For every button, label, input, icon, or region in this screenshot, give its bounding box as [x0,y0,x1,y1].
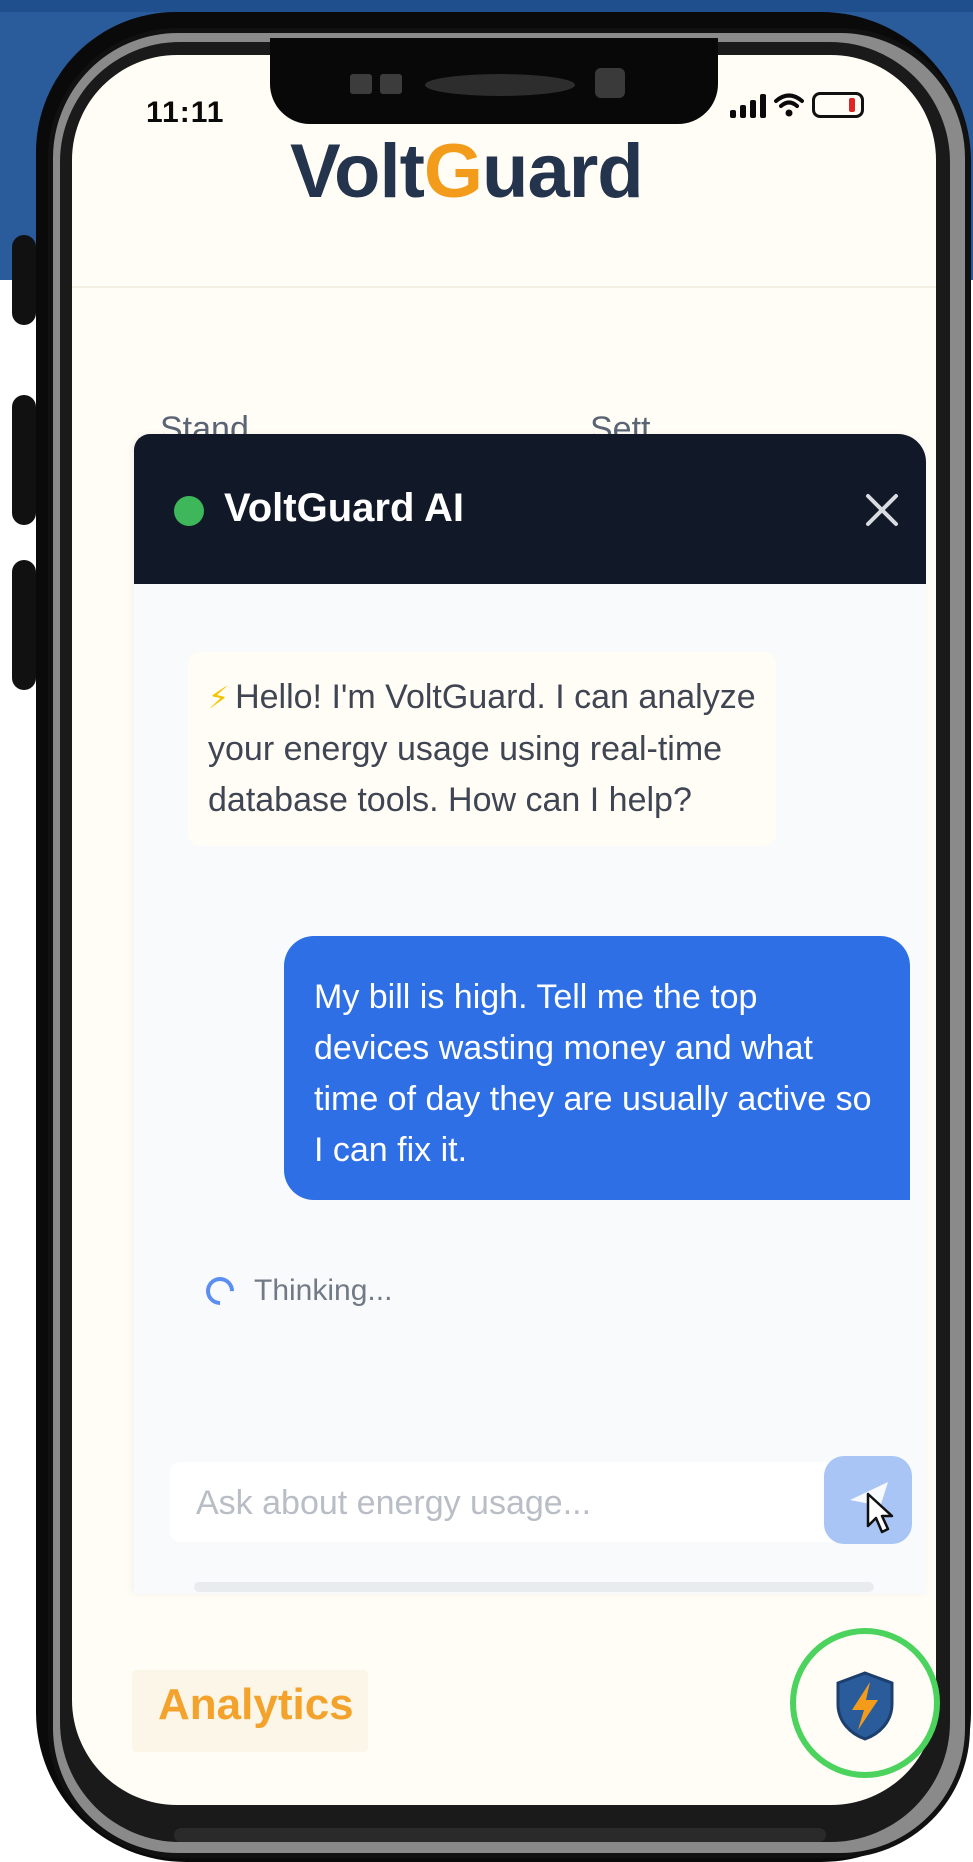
zap-icon: ⚡ [208,682,230,715]
analytics-tab[interactable]: Analytics [158,1680,354,1730]
app-logo: VoltGuard [290,128,644,215]
volume-up-button [12,395,36,525]
chat-panel: VoltGuard AI ⚡ Hello! I'm VoltGuard. I ca… [134,434,926,1594]
phone-notch [270,38,718,124]
logo-text-start: Volt [290,129,425,214]
shield-bolt-icon [836,1671,894,1741]
thinking-indicator: Thinking... [200,1271,393,1311]
chat-input-bar [170,1462,870,1542]
silent-switch [12,235,36,325]
page-background-strip [0,0,973,12]
volume-down-button [12,560,36,690]
wifi-icon [774,93,804,117]
user-message: My bill is high. Tell me the top devices… [284,936,910,1200]
front-camera-icon [595,68,625,98]
battery-icon [812,92,864,118]
chat-input[interactable] [194,1476,798,1530]
header-divider [72,286,936,288]
chat-panel-footer-line [194,1582,874,1592]
assistant-fab-button[interactable] [790,1628,940,1778]
cellular-signal-icon [730,92,766,118]
thinking-label: Thinking... [254,1274,393,1307]
assistant-message: ⚡ Hello! I'm VoltGuard. I can analyze you… [188,652,776,846]
home-indicator [174,1828,826,1842]
online-status-dot [174,496,204,526]
mouse-cursor-icon [866,1492,894,1534]
sensor-icon [350,74,372,94]
assistant-message-text: Hello! I'm VoltGuard. I can analyze your… [208,678,756,819]
close-icon[interactable] [862,490,902,530]
chat-title: VoltGuard AI [224,486,464,530]
sensor-icon [380,74,402,94]
logo-bolt-letter: G [423,129,483,214]
spinner-icon [200,1271,240,1311]
chat-header: VoltGuard AI [134,434,926,584]
logo-text-end: uard [482,129,644,214]
status-icons [730,92,864,118]
battery-level [849,98,855,112]
status-time: 11:11 [146,96,225,129]
user-message-text: My bill is high. Tell me the top devices… [314,978,872,1169]
speaker-grille [425,74,575,96]
